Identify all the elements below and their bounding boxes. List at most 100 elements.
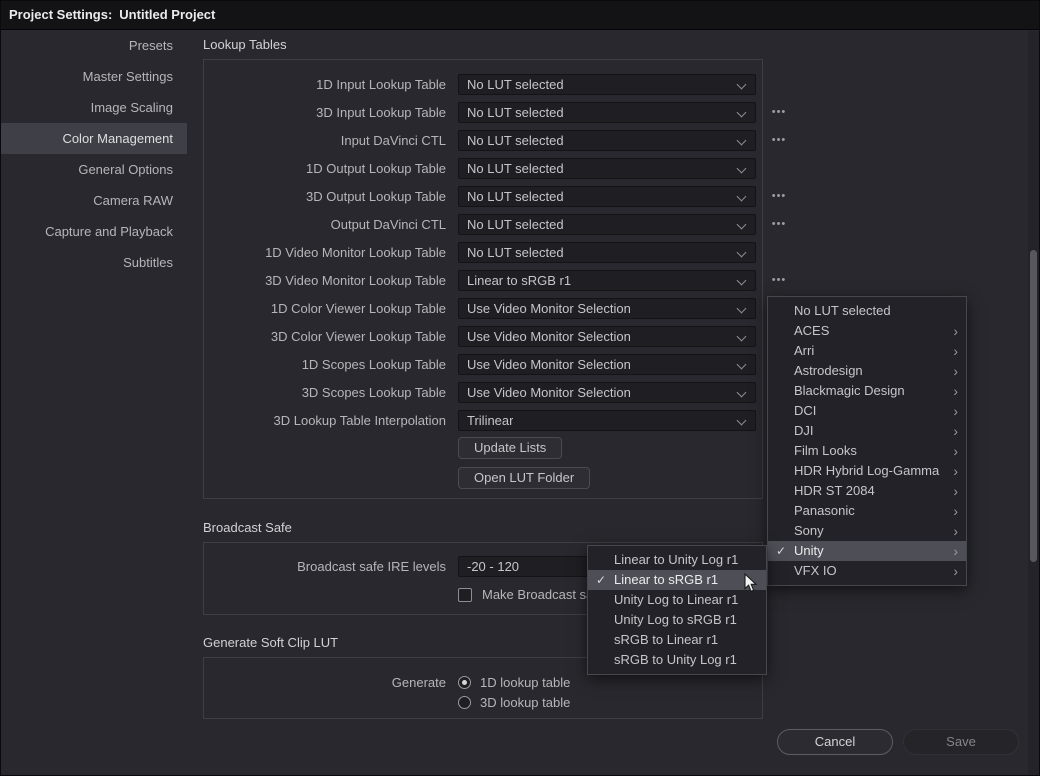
submenu-item-unity-log-to-linear[interactable]: Unity Log to Linear r1 (588, 590, 766, 610)
menu-item-unity[interactable]: ✓ Unity › (768, 541, 966, 561)
submenu-item-linear-to-srgb[interactable]: ✓ Linear to sRGB r1 (588, 570, 766, 590)
open-lut-folder-button[interactable]: Open LUT Folder (458, 467, 590, 489)
unity-lut-submenu: Linear to Unity Log r1 ✓ Linear to sRGB … (587, 545, 767, 675)
submenu-item-srgb-to-linear[interactable]: sRGB to Linear r1 (588, 630, 766, 650)
cancel-button[interactable]: Cancel (777, 729, 893, 755)
sidebar-item-presets[interactable]: Presets (0, 30, 187, 61)
sidebar-item-camera-raw[interactable]: Camera RAW (0, 185, 187, 216)
menu-item-dji[interactable]: DJI › (768, 421, 966, 441)
check-icon: ✓ (588, 570, 614, 590)
row-label: 3D Output Lookup Table (204, 189, 446, 204)
dropdown-3d-output[interactable]: No LUT selected (458, 186, 756, 207)
menu-item-vfx-io[interactable]: VFX IO › (768, 561, 966, 581)
radio-option-1d[interactable]: 1D lookup table (458, 675, 570, 689)
dropdown-1d-scopes[interactable]: Use Video Monitor Selection (458, 354, 756, 375)
chevron-down-icon (737, 219, 747, 229)
menu-item-no-lut-selected[interactable]: No LUT selected (768, 301, 966, 321)
make-broadcast-safe-checkbox[interactable] (458, 588, 472, 602)
options-ellipsis-icon[interactable]: ••• (766, 185, 792, 207)
dropdown-1d-input[interactable]: No LUT selected (458, 74, 756, 95)
row-label: 3D Color Viewer Lookup Table (204, 329, 446, 344)
submenu-arrow-icon: › (946, 442, 958, 460)
dropdown-3d-color-viewer[interactable]: Use Video Monitor Selection (458, 326, 756, 347)
sidebar-item-subtitles[interactable]: Subtitles (0, 247, 187, 278)
submenu-arrow-icon: › (946, 502, 958, 520)
dropdown-input-ctl[interactable]: No LUT selected (458, 130, 756, 151)
options-ellipsis-icon[interactable]: ••• (766, 101, 792, 123)
save-button[interactable]: Save (903, 729, 1019, 755)
scrollbar-thumb[interactable] (1030, 250, 1037, 562)
project-name: Untitled Project (119, 7, 215, 22)
lut-row-interpolation: 3D Lookup Table Interpolation Trilinear (204, 406, 762, 434)
row-label: 3D Video Monitor Lookup Table (204, 273, 446, 288)
row-label: 1D Output Lookup Table (204, 161, 446, 176)
submenu-item-srgb-to-unity-log[interactable]: sRGB to Unity Log r1 (588, 650, 766, 670)
menu-item-sony[interactable]: Sony › (768, 521, 966, 541)
chevron-down-icon (737, 387, 747, 397)
row-label: 1D Video Monitor Lookup Table (204, 245, 446, 260)
sidebar-item-image-scaling[interactable]: Image Scaling (0, 92, 187, 123)
section-title-soft-clip: Generate Soft Clip LUT (203, 635, 338, 650)
options-ellipsis-icon[interactable]: ••• (766, 129, 792, 151)
chevron-down-icon (737, 163, 747, 173)
options-ellipsis-icon[interactable]: ••• (766, 269, 792, 291)
dropdown-output-ctl[interactable]: No LUT selected (458, 214, 756, 235)
sidebar-item-color-management[interactable]: Color Management (0, 123, 187, 154)
submenu-arrow-icon: › (946, 542, 958, 560)
menu-item-label: HDR Hybrid Log-Gamma (794, 461, 946, 481)
dropdown-1d-output[interactable]: No LUT selected (458, 158, 756, 179)
chevron-down-icon (737, 107, 747, 117)
dropdown-value: No LUT selected (467, 133, 564, 148)
submenu-arrow-icon: › (946, 562, 958, 580)
options-ellipsis-icon[interactable]: ••• (766, 213, 792, 235)
menu-item-astrodesign[interactable]: Astrodesign › (768, 361, 966, 381)
menu-item-label: Unity Log to sRGB r1 (614, 610, 758, 630)
menu-item-aces[interactable]: ACES › (768, 321, 966, 341)
dropdown-3d-input[interactable]: No LUT selected (458, 102, 756, 123)
menu-item-arri[interactable]: Arri › (768, 341, 966, 361)
row-label: 1D Scopes Lookup Table (204, 357, 446, 372)
sidebar-item-master-settings[interactable]: Master Settings (0, 61, 187, 92)
menu-item-panasonic[interactable]: Panasonic › (768, 501, 966, 521)
lut-row-1d-input: 1D Input Lookup Table No LUT selected (204, 70, 762, 98)
row-label: Output DaVinci CTL (204, 217, 446, 232)
radio-3d-icon[interactable] (458, 696, 471, 709)
submenu-arrow-icon: › (946, 402, 958, 420)
dropdown-interpolation[interactable]: Trilinear (458, 410, 756, 431)
menu-item-label: DCI (794, 401, 946, 421)
submenu-item-unity-log-to-srgb[interactable]: Unity Log to sRGB r1 (588, 610, 766, 630)
dropdown-value: No LUT selected (467, 161, 564, 176)
dropdown-value: No LUT selected (467, 189, 564, 204)
update-lists-button[interactable]: Update Lists (458, 437, 562, 459)
submenu-arrow-icon: › (946, 342, 958, 360)
chevron-down-icon (737, 79, 747, 89)
menu-item-dci[interactable]: DCI › (768, 401, 966, 421)
lut-row-1d-color-viewer: 1D Color Viewer Lookup Table Use Video M… (204, 294, 762, 322)
menu-item-hdr-st-2084[interactable]: HDR ST 2084 › (768, 481, 966, 501)
row-label: Input DaVinci CTL (204, 133, 446, 148)
radio-1d-label: 1D lookup table (480, 675, 570, 690)
dropdown-value: No LUT selected (467, 105, 564, 120)
chevron-down-icon (737, 303, 747, 313)
sidebar-item-general-options[interactable]: General Options (0, 154, 187, 185)
chevron-down-icon (737, 275, 747, 285)
menu-item-label: sRGB to Unity Log r1 (614, 650, 758, 670)
radio-option-3d[interactable]: 3D lookup table (458, 695, 570, 709)
row-label: 1D Input Lookup Table (204, 77, 446, 92)
row-label: 3D Input Lookup Table (204, 105, 446, 120)
check-icon: ✓ (768, 541, 794, 561)
menu-item-blackmagic-design[interactable]: Blackmagic Design › (768, 381, 966, 401)
radio-1d-icon[interactable] (458, 676, 471, 689)
dropdown-3d-scopes[interactable]: Use Video Monitor Selection (458, 382, 756, 403)
menu-item-label: ACES (794, 321, 946, 341)
dropdown-1d-video-monitor[interactable]: No LUT selected (458, 242, 756, 263)
chevron-down-icon (737, 135, 747, 145)
dropdown-value: Trilinear (467, 413, 513, 428)
submenu-arrow-icon: › (946, 322, 958, 340)
dropdown-1d-color-viewer[interactable]: Use Video Monitor Selection (458, 298, 756, 319)
dropdown-3d-video-monitor[interactable]: Linear to sRGB r1 (458, 270, 756, 291)
sidebar-item-capture-playback[interactable]: Capture and Playback (0, 216, 187, 247)
menu-item-hdr-hybrid-log-gamma[interactable]: HDR Hybrid Log-Gamma › (768, 461, 966, 481)
menu-item-film-looks[interactable]: Film Looks › (768, 441, 966, 461)
submenu-item-linear-to-unity-log[interactable]: Linear to Unity Log r1 (588, 550, 766, 570)
